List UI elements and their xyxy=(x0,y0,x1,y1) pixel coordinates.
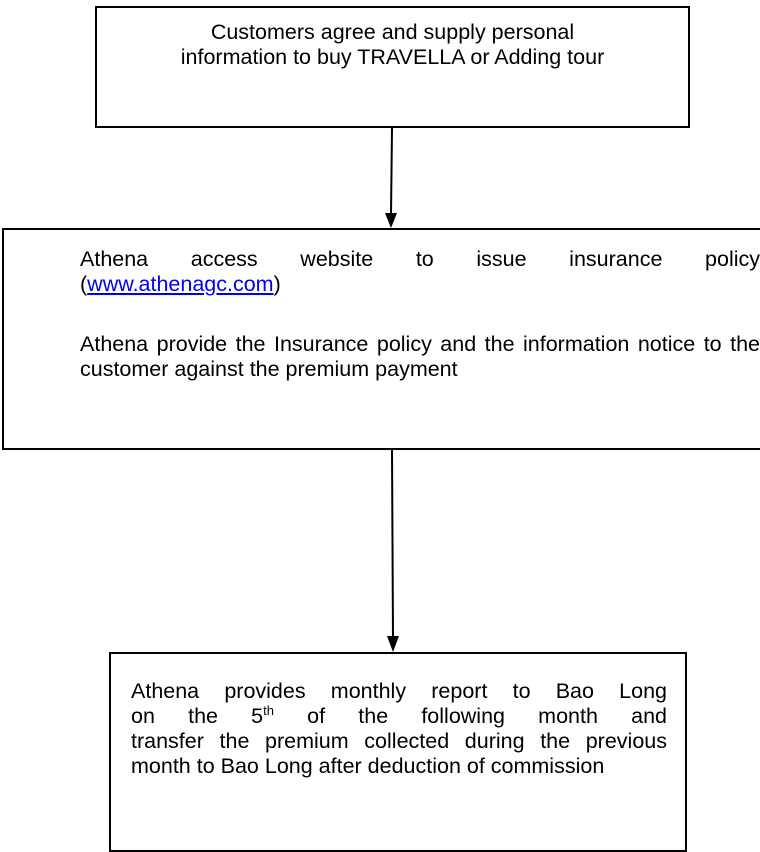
athena-website-link[interactable]: www.athenagc.com xyxy=(87,272,273,296)
step-2-paragraph-1: Athena access website to issue insurance… xyxy=(80,247,760,297)
ordinal-suffix: th xyxy=(263,702,274,718)
step-2-paragraph-1-line-1: Athena access website to issue insurance… xyxy=(80,247,760,271)
step-3-text: Athena provides monthly report to Bao Lo… xyxy=(131,679,667,779)
close-paren: ) xyxy=(273,272,281,296)
step-3-line-2: on the 5th of the following month and xyxy=(131,704,667,729)
step-1-text: Customers agree and supply personal info… xyxy=(97,20,688,70)
step-1-line-2: information to buy TRAVELLA or Adding to… xyxy=(180,45,605,69)
step-box-monthly-report: Athena provides monthly report to Bao Lo… xyxy=(109,652,687,852)
step-2-paragraph-2: Athena provide the Insurance policy and … xyxy=(80,332,760,381)
arrow-step1-to-step2 xyxy=(385,127,397,228)
step-1-line-1: Customers agree and supply personal xyxy=(210,20,575,44)
step-3-line-1: Athena provides monthly report to Bao Lo… xyxy=(131,679,667,703)
arrow-step2-to-step3 xyxy=(387,449,399,652)
step-box-athena-issue-policy: Athena access website to issue insurance… xyxy=(2,228,760,450)
step-box-customers-agree: Customers agree and supply personal info… xyxy=(95,6,690,128)
step-3-line-2-start: on the 5 xyxy=(131,704,264,728)
step-3-rest: transfer the premium collected during th… xyxy=(131,729,667,778)
step-3-line-2-end: of the following month and xyxy=(273,704,667,728)
